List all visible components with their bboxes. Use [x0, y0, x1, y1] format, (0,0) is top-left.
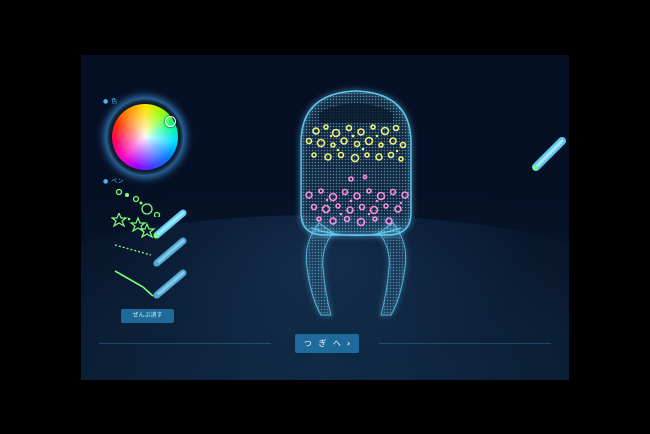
pen-option-line[interactable] [111, 267, 191, 299]
next-button[interactable]: つ ぎ へ › [295, 334, 359, 353]
pen-option-dash[interactable] [111, 237, 191, 267]
figure-legs [305, 222, 407, 316]
drawing-canvas-figure[interactable] [281, 83, 431, 323]
color-selector-handle[interactable] [165, 116, 176, 127]
divider-right [379, 343, 551, 344]
pen-section-label: ● ペン [103, 178, 125, 185]
color-wheel[interactable] [107, 99, 183, 175]
color-wheel-gradient[interactable] [112, 104, 178, 170]
drawing-stage: ● 色 ● ペン ぜんぶ消す つ ぎ へ › [81, 55, 569, 380]
divider-left [99, 343, 271, 344]
floating-pen-icon[interactable] [528, 131, 568, 175]
line-pen-icon [153, 269, 187, 299]
next-button-label: つ ぎ へ [303, 339, 343, 348]
chevron-right-icon: › [346, 339, 351, 348]
clear-all-button[interactable]: ぜんぶ消す [121, 309, 174, 323]
color-section-label: ● 色 [103, 98, 118, 105]
